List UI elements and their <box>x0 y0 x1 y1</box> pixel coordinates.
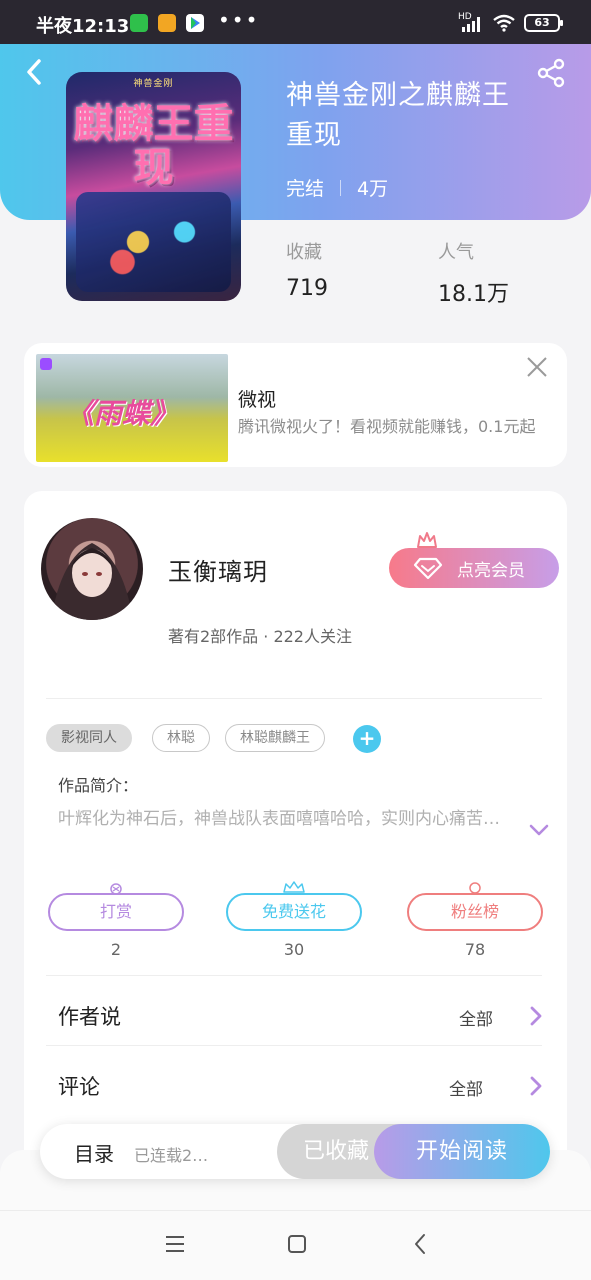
avatar-illustration <box>51 543 133 620</box>
stat-popularity: 人气 18.1万 <box>438 238 509 308</box>
tag-item[interactable]: 林聪麒麟王 <box>225 724 325 752</box>
author-says-all-link[interactable]: 全部 <box>459 1005 493 1030</box>
notes-icon <box>158 14 176 32</box>
diamond-icon <box>413 557 443 580</box>
fans-deco-icon <box>469 882 481 894</box>
stat-favorites: 收藏 719 <box>286 238 328 301</box>
stat-value: 18.1万 <box>438 282 509 307</box>
tag-item[interactable]: 林聪 <box>152 724 210 752</box>
send-flowers-button[interactable]: 免费送花 <box>226 893 362 931</box>
ad-description: 腾讯微视火了！看视频就能赚钱，0.1元起 <box>238 417 536 436</box>
book-cover[interactable]: 神兽金刚 麒麟王重现 <box>66 72 241 301</box>
status-time: 半夜12:13 <box>36 16 130 37</box>
comments-all-link[interactable]: 全部 <box>449 1075 483 1100</box>
book-status: 完结 <box>286 178 325 200</box>
ad-image-title: 《雨蝶》 <box>66 397 179 430</box>
book-title: 神兽金刚之麒麟王重现 <box>286 80 510 151</box>
system-navigation-bar <box>0 1210 591 1280</box>
intro-text[interactable]: 叶辉化为神石后，神兽战队表面嘻嘻哈哈，实则内心痛苦… <box>58 806 518 832</box>
fans-count: 78 <box>464 940 486 959</box>
share-button[interactable] <box>534 56 568 90</box>
ad-image[interactable]: 《雨蝶》 <box>36 354 228 462</box>
flowers-count: 30 <box>283 940 305 959</box>
author-name[interactable]: 玉衡璃玥 <box>168 552 268 587</box>
tag-item[interactable]: 影视同人 <box>46 724 132 752</box>
cover-series: 神兽金刚 <box>133 79 174 89</box>
chevron-right-icon[interactable] <box>529 1075 543 1097</box>
chevron-left-icon <box>27 59 41 85</box>
author-avatar[interactable] <box>41 518 143 620</box>
home-icon[interactable] <box>287 1234 307 1254</box>
crown-icon <box>417 532 437 548</box>
wifi-icon <box>493 14 515 32</box>
serialization-status[interactable]: 已连载2… <box>134 1142 208 1166</box>
weishi-logo-icon <box>40 358 52 370</box>
back-button[interactable] <box>18 56 50 88</box>
start-reading-button[interactable]: 开始阅读 <box>374 1124 550 1179</box>
menu-icon[interactable] <box>165 1235 185 1253</box>
more-notifications-icon: ••• <box>218 8 260 32</box>
divider <box>46 1045 542 1046</box>
stat-label: 人气 <box>438 242 474 263</box>
battery-indicator: 63 <box>524 14 563 32</box>
play-store-icon <box>186 14 204 32</box>
intro-label: 作品简介： <box>58 776 139 795</box>
expand-intro-button[interactable] <box>528 822 550 838</box>
fans-ranking-button[interactable]: 粉丝榜 <box>407 893 543 931</box>
comments-label[interactable]: 评论 <box>58 1071 100 1101</box>
vip-button[interactable]: 点亮会员 <box>389 548 559 588</box>
chevron-right-icon[interactable] <box>529 1005 543 1027</box>
meta-divider <box>340 179 342 196</box>
reward-deco-icon <box>110 883 122 894</box>
ad-name: 微视 <box>238 389 277 411</box>
flower-deco-icon <box>283 881 305 893</box>
tip-count: 2 <box>110 940 122 959</box>
chevron-down-icon <box>529 824 549 836</box>
ad-close-button[interactable] <box>522 352 552 382</box>
status-bar: 半夜12:13 ••• HD 63 <box>0 0 591 44</box>
divider <box>46 975 542 976</box>
author-says-label[interactable]: 作者说 <box>58 1001 121 1031</box>
author-summary: 著有2部作品 · 222人关注 <box>168 627 352 646</box>
wechat-icon <box>130 14 148 32</box>
divider <box>46 698 542 699</box>
cover-artwork <box>76 192 231 292</box>
add-tag-button[interactable]: + <box>353 725 381 753</box>
tip-button[interactable]: 打赏 <box>48 893 184 931</box>
share-icon <box>537 58 565 88</box>
table-of-contents-button[interactable]: 目录 <box>74 1138 114 1167</box>
stat-value: 719 <box>286 276 328 301</box>
book-meta: 完结 4万 <box>286 174 388 201</box>
stat-label: 收藏 <box>286 242 322 263</box>
cover-title: 麒麟王重现 <box>73 100 234 191</box>
ad-card[interactable]: 《雨蝶》 微视 腾讯微视火了！看视频就能赚钱，0.1元起 <box>24 343 567 467</box>
close-icon <box>527 357 547 377</box>
signal-icon <box>462 17 480 32</box>
vip-button-label: 点亮会员 <box>457 560 525 581</box>
book-word-count: 4万 <box>357 178 389 200</box>
back-nav-icon[interactable] <box>413 1233 427 1255</box>
